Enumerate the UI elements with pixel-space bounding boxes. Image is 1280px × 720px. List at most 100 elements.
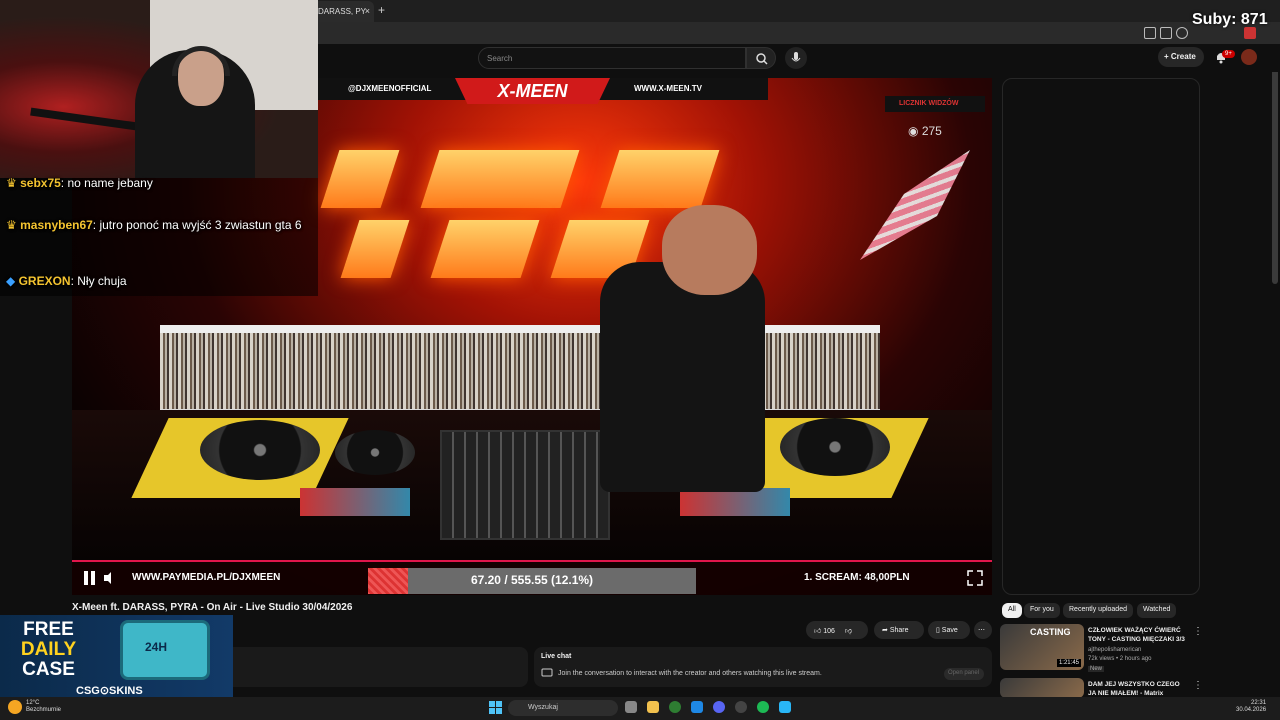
chat-message: ♛ sebx75: no name jebany — [6, 176, 153, 190]
dj-person — [600, 262, 765, 492]
pause-icon[interactable] — [82, 569, 112, 589]
left-cdj — [335, 430, 415, 475]
chat-text: : no name jebany — [60, 176, 153, 190]
clock-time: 22:31 — [1251, 700, 1267, 706]
notepad-icon[interactable] — [779, 701, 791, 713]
taskbar-search[interactable]: Wyszukaj — [508, 700, 618, 716]
live-chat-title: Live chat — [541, 653, 572, 660]
recommendation-channel[interactable]: ajthepolishamerican — [1088, 647, 1141, 653]
share-button[interactable]: ➦ Share — [874, 621, 924, 639]
filter-chip-for-you[interactable]: For you — [1024, 603, 1060, 618]
task-view-icon[interactable] — [625, 701, 637, 713]
tab-close-icon[interactable]: × — [365, 6, 370, 16]
recommendation-thumbnail[interactable] — [1000, 678, 1084, 698]
thumbnail-text: CASTING — [1030, 627, 1071, 637]
like-dislike-button[interactable]: 👍︎ 106 👎︎ — [806, 621, 868, 639]
more-actions-button[interactable]: ⋯ — [974, 621, 992, 639]
notification-badge: 9+ — [1222, 50, 1235, 58]
create-label: Create — [1170, 52, 1196, 61]
weather-widget[interactable]: 12°C Bezchmurnie — [26, 700, 61, 714]
top-donation-text: 1. SCREAM: 48,00PLN — [804, 572, 910, 583]
discord-icon[interactable] — [713, 701, 725, 713]
chrome-icon[interactable] — [669, 701, 681, 713]
weather-icon — [8, 700, 22, 714]
banner-social-handle: @DJXMEENOFFICIAL — [348, 84, 432, 93]
tab-title: DARASS, PY — [318, 7, 367, 16]
chat-username: GREXON — [18, 274, 71, 288]
more-vert-icon[interactable]: ⋮ — [1193, 680, 1203, 691]
chat-username: sebx75 — [20, 176, 61, 190]
filter-chip-watched[interactable]: Watched — [1137, 603, 1177, 618]
open-panel-button[interactable]: Open panel — [944, 668, 984, 680]
right-cdj-screen — [680, 488, 790, 516]
led-sign-bottom — [340, 220, 650, 282]
save-label: Save — [941, 627, 958, 634]
xmeen-logo: X-MEEN — [455, 78, 610, 104]
search-input[interactable]: Search — [478, 47, 746, 69]
gem-badge-icon: ◆ — [6, 274, 19, 288]
filter-chip-all[interactable]: All — [1002, 603, 1022, 618]
right-turntable — [780, 418, 890, 476]
chat-message: ♛ masnyben67: jutro ponoć ma wyjść 3 zwi… — [6, 217, 306, 233]
promo-headline: FREE DAILY CASE — [6, 620, 91, 680]
dj-mixer — [440, 430, 610, 540]
live-chat-panel-collapsed — [1002, 78, 1200, 595]
save-button[interactable]: ▯ Save — [928, 621, 970, 639]
more-vert-icon[interactable]: ⋮ — [1193, 626, 1203, 637]
search-button[interactable] — [746, 47, 776, 69]
led-sign-top — [320, 150, 720, 212]
translate-icon[interactable] — [1144, 27, 1156, 39]
eye-icon: ◉ — [908, 124, 922, 138]
viewer-count: ◉ 275 — [908, 124, 988, 144]
page-scrollbar[interactable] — [1272, 44, 1278, 284]
cast-icon[interactable] — [1160, 27, 1172, 39]
account-avatar[interactable] — [1241, 49, 1257, 65]
promo-line-3: CASE — [22, 659, 75, 680]
chest-label: 24H — [145, 640, 168, 654]
promo-line-1: FREE — [23, 619, 74, 640]
fullscreen-icon[interactable] — [965, 568, 985, 588]
system-clock[interactable]: 22:31 30.04.2026 — [1236, 700, 1266, 714]
bookmark-star-icon[interactable] — [1176, 27, 1188, 39]
windows-start-icon[interactable] — [489, 701, 502, 714]
thumbs-down-icon: 👎︎ — [844, 628, 853, 635]
chat-username: masnyben67 — [20, 218, 93, 232]
chat-text: : Nły chuja — [70, 274, 127, 288]
weather-description: Bezchmurnie — [26, 707, 62, 713]
banner-website: WWW.X-MEEN.TV — [634, 84, 702, 93]
file-explorer-icon[interactable] — [647, 701, 659, 713]
record-shelf — [160, 325, 880, 415]
crown-badge-icon: ♛ — [6, 218, 21, 232]
new-tab-button[interactable]: + — [378, 3, 385, 17]
video-title: X-Meen ft. DARASS, PYRA - On Air - Live … — [72, 602, 353, 613]
chat-message: ◆ GREXON: Nły chuja — [6, 274, 127, 288]
left-turntable — [200, 420, 320, 480]
create-button[interactable]: + Create — [1158, 47, 1204, 67]
donation-goal-text: 67.20 / 555.55 (12.1%) — [470, 573, 594, 587]
obs-icon[interactable] — [735, 701, 747, 713]
new-badge: New — [1088, 666, 1105, 672]
plus-icon: + — [1164, 52, 1171, 61]
recommendation-title[interactable]: DAM JEJ WSZYSTKO CZEGO JA NIE MIAŁEM! - … — [1088, 680, 1188, 698]
browser-tab[interactable]: DARASS, PY × — [312, 1, 374, 22]
left-cdj-screen — [300, 488, 410, 516]
recommendation-thumbnail[interactable]: CASTING 1:21:45 — [1000, 624, 1084, 670]
live-chat-message: Join the conversation to interact with t… — [558, 670, 822, 677]
viewer-count-value: 275 — [921, 124, 942, 138]
payment-url: WWW.PAYMEDIA.PL/DJXMEEN — [132, 572, 281, 583]
weather-temperature: 12°C — [26, 700, 40, 706]
app-icon[interactable] — [691, 701, 703, 713]
chat-text: : jutro ponoć ma wyjść 3 zwiastun gta 6 — [92, 218, 302, 232]
clock-date: 30.04.2026 — [1236, 707, 1267, 713]
spotify-icon[interactable] — [757, 701, 769, 713]
chat-bubble-icon — [541, 668, 553, 677]
recommendation-title[interactable]: CZŁOWIEK WAŻĄCY ĆWIERĆ TONY - CASTING MI… — [1088, 626, 1188, 644]
windows-taskbar — [0, 697, 1280, 720]
recommendation-meta: 72k views • 2 hours ago — [1088, 656, 1152, 662]
microphone-icon — [791, 52, 801, 62]
viewer-counter-label: LICZNIK WIDZÓW — [885, 96, 985, 112]
mod-badge-icon: ♛ — [6, 176, 21, 190]
filter-chip-recently-uploaded[interactable]: Recently uploaded — [1063, 603, 1133, 618]
share-label: Share — [889, 627, 909, 634]
voice-search-button[interactable] — [785, 47, 807, 69]
